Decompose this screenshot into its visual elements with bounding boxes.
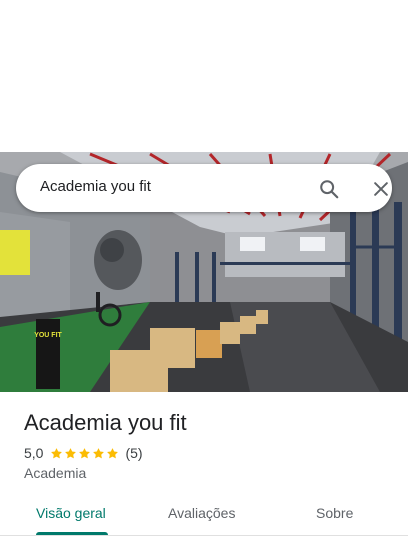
star-icon bbox=[51, 447, 63, 458]
star-icon bbox=[79, 447, 91, 458]
place-tabs: Visão geral Avaliações Sobre bbox=[0, 492, 408, 536]
rating-value: 5,0 bbox=[24, 445, 44, 461]
tab-about[interactable]: Sobre bbox=[316, 505, 353, 521]
search-input[interactable]: Academia you fit bbox=[40, 178, 151, 195]
tab-overview[interactable]: Visão geral bbox=[36, 505, 106, 521]
review-count[interactable]: (5) bbox=[125, 445, 142, 461]
place-category: Academia bbox=[24, 465, 87, 481]
star-rating bbox=[50, 447, 120, 460]
search-bar[interactable]: Academia you fit bbox=[16, 164, 392, 212]
star-icon bbox=[93, 447, 105, 458]
rating-row[interactable]: 5,0 (5) bbox=[24, 444, 143, 462]
place-name: Academia you fit bbox=[24, 410, 187, 435]
tab-reviews[interactable]: Avaliações bbox=[168, 505, 235, 521]
search-icon bbox=[320, 180, 339, 199]
you-fit-sign: YOU FIT bbox=[34, 332, 62, 339]
clear-search-button[interactable] bbox=[368, 176, 394, 202]
map-blank-area bbox=[0, 0, 408, 152]
tabs-divider bbox=[0, 535, 408, 536]
star-icon bbox=[65, 447, 77, 458]
star-icon bbox=[107, 447, 119, 458]
search-button[interactable] bbox=[316, 176, 342, 202]
close-icon bbox=[374, 182, 388, 196]
